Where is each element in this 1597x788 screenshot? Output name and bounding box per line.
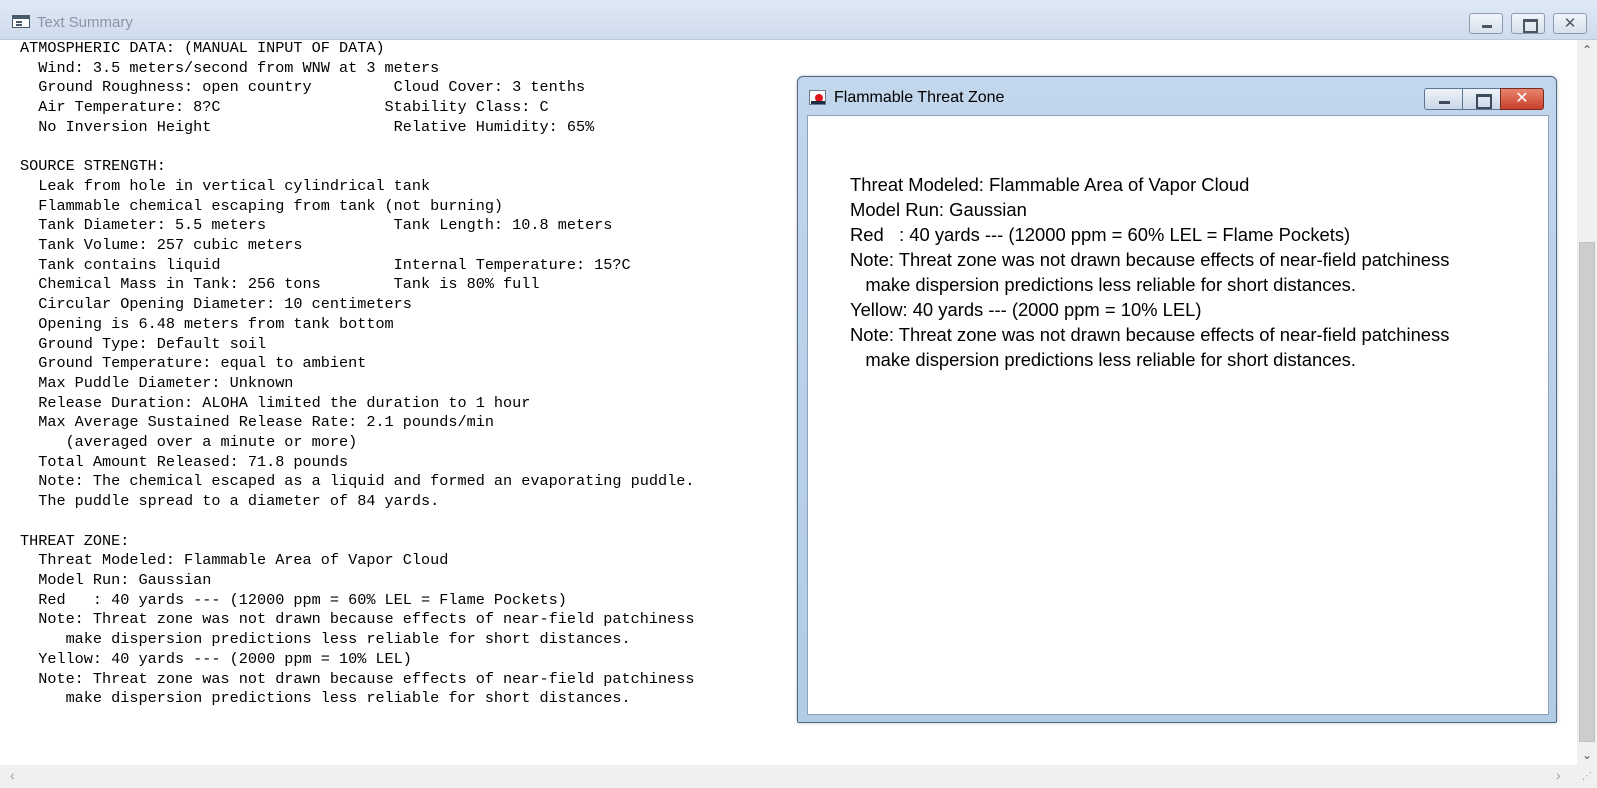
summary-line: No Inversion Height Relative Humidity: 6…	[20, 117, 595, 136]
summary-line: Red : 40 yards --- (12000 ppm = 60% LEL …	[20, 590, 567, 609]
summary-line: Total Amount Released: 71.8 pounds	[20, 452, 349, 471]
outer-minimize-button[interactable]	[1469, 13, 1503, 34]
outer-close-button[interactable]: ✕	[1553, 13, 1587, 34]
inner-minimize-button[interactable]	[1424, 88, 1463, 110]
summary-line: Chemical Mass in Tank: 256 tons Tank is …	[20, 275, 540, 294]
summary-line: Note: Threat zone was not drawn because …	[20, 669, 695, 688]
summary-text-area[interactable]: ATMOSPHERIC DATA: (MANUAL INPUT OF DATA)…	[20, 39, 820, 709]
maximize-icon	[1512, 14, 1544, 33]
summary-line: Yellow: 40 yards --- (2000 ppm = 10% LEL…	[20, 649, 412, 668]
summary-line: Tank contains liquid Internal Temperatur…	[20, 255, 631, 274]
threat-line: Model Run: Gaussian	[850, 199, 1027, 220]
summary-line: Threat Modeled: Flammable Area of Vapor …	[20, 551, 449, 570]
summary-line: Tank Volume: 257 cubic meters	[20, 236, 303, 255]
summary-line: Note: Threat zone was not drawn because …	[20, 610, 695, 629]
outer-window-title: Text Summary	[37, 14, 133, 31]
summary-line: Ground Temperature: equal to ambient	[20, 354, 367, 373]
summary-line: Ground Type: Default soil	[20, 334, 267, 353]
console-window-icon[interactable]	[12, 15, 30, 28]
summary-line: Model Run: Gaussian	[20, 570, 212, 589]
outer-title-bar[interactable]: Text Summary ✕	[0, 0, 1597, 40]
summary-line	[20, 512, 820, 532]
inner-close-button[interactable]: ✕	[1500, 88, 1544, 110]
inner-title-bar[interactable]: Flammable Threat Zone ✕	[798, 77, 1556, 115]
outer-maximize-button[interactable]	[1511, 13, 1545, 34]
summary-line: SOURCE STRENGTH:	[20, 157, 166, 176]
minimize-icon	[1470, 14, 1502, 33]
horizontal-scrollbar[interactable]: ‹ ›	[0, 765, 1577, 788]
summary-line: (averaged over a minute or more)	[20, 433, 358, 452]
scroll-up-arrow-icon[interactable]: ⌃	[1577, 40, 1597, 60]
inner-maximize-button[interactable]	[1462, 88, 1501, 110]
summary-line: Opening is 6.48 meters from tank bottom	[20, 314, 394, 333]
summary-line: make dispersion predictions less reliabl…	[20, 689, 631, 708]
scroll-right-arrow-icon[interactable]: ›	[1556, 767, 1561, 783]
scroll-down-arrow-icon[interactable]: ⌄	[1577, 745, 1597, 765]
summary-line: Max Puddle Diameter: Unknown	[20, 373, 294, 392]
threat-line: Red : 40 yards --- (12000 ppm = 60% LEL …	[850, 224, 1351, 245]
summary-line: The puddle spread to a diameter of 84 ya…	[20, 492, 440, 511]
close-icon: ✕	[1515, 90, 1529, 107]
minimize-icon	[1425, 89, 1462, 109]
flammable-threat-icon[interactable]	[809, 90, 826, 105]
vertical-scrollbar[interactable]: ⌃ ⌄	[1577, 40, 1597, 765]
flammable-threat-zone-window: Flammable Threat Zone ✕ Threat Modeled: …	[797, 76, 1557, 723]
summary-line: Max Average Sustained Release Rate: 2.1 …	[20, 413, 494, 432]
summary-line: ATMOSPHERIC DATA: (MANUAL INPUT OF DATA)	[20, 39, 385, 57]
summary-line: Circular Opening Diameter: 10 centimeter…	[20, 295, 412, 314]
summary-line: Release Duration: ALOHA limited the dura…	[20, 393, 531, 412]
summary-line: Ground Roughness: open country Cloud Cov…	[20, 78, 586, 97]
close-icon: ✕	[1563, 15, 1577, 32]
summary-line: Wind: 3.5 meters/second from WNW at 3 me…	[20, 58, 440, 77]
threat-line: make dispersion predictions less reliabl…	[850, 274, 1356, 295]
threat-line: Threat Modeled: Flammable Area of Vapor …	[850, 174, 1250, 195]
threat-line: Yellow: 40 yards --- (2000 ppm = 10% LEL…	[850, 299, 1202, 320]
scroll-left-arrow-icon[interactable]: ‹	[10, 767, 15, 783]
threat-zone-client-area: Threat Modeled: Flammable Area of Vapor …	[807, 115, 1549, 715]
summary-line: THREAT ZONE:	[20, 531, 130, 550]
summary-line: Tank Diameter: 5.5 meters Tank Length: 1…	[20, 216, 613, 235]
threat-line: Note: Threat zone was not drawn because …	[850, 324, 1450, 345]
summary-line	[20, 138, 820, 158]
summary-line: Flammable chemical escaping from tank (n…	[20, 196, 504, 215]
summary-line: Air Temperature: 8?C Stability Class: C	[20, 98, 549, 117]
summary-line: Note: The chemical escaped as a liquid a…	[20, 472, 695, 491]
inner-window-title: Flammable Threat Zone	[834, 89, 1005, 106]
size-grip-icon[interactable]: ⋰	[1577, 765, 1597, 788]
maximize-icon	[1463, 89, 1500, 109]
threat-line: make dispersion predictions less reliabl…	[850, 349, 1356, 370]
summary-line: Leak from hole in vertical cylindrical t…	[20, 176, 431, 195]
vertical-scroll-thumb[interactable]	[1579, 242, 1595, 742]
threat-zone-text: Threat Modeled: Flammable Area of Vapor …	[850, 172, 1540, 372]
threat-line: Note: Threat zone was not drawn because …	[850, 249, 1450, 270]
summary-line: make dispersion predictions less reliabl…	[20, 630, 631, 649]
